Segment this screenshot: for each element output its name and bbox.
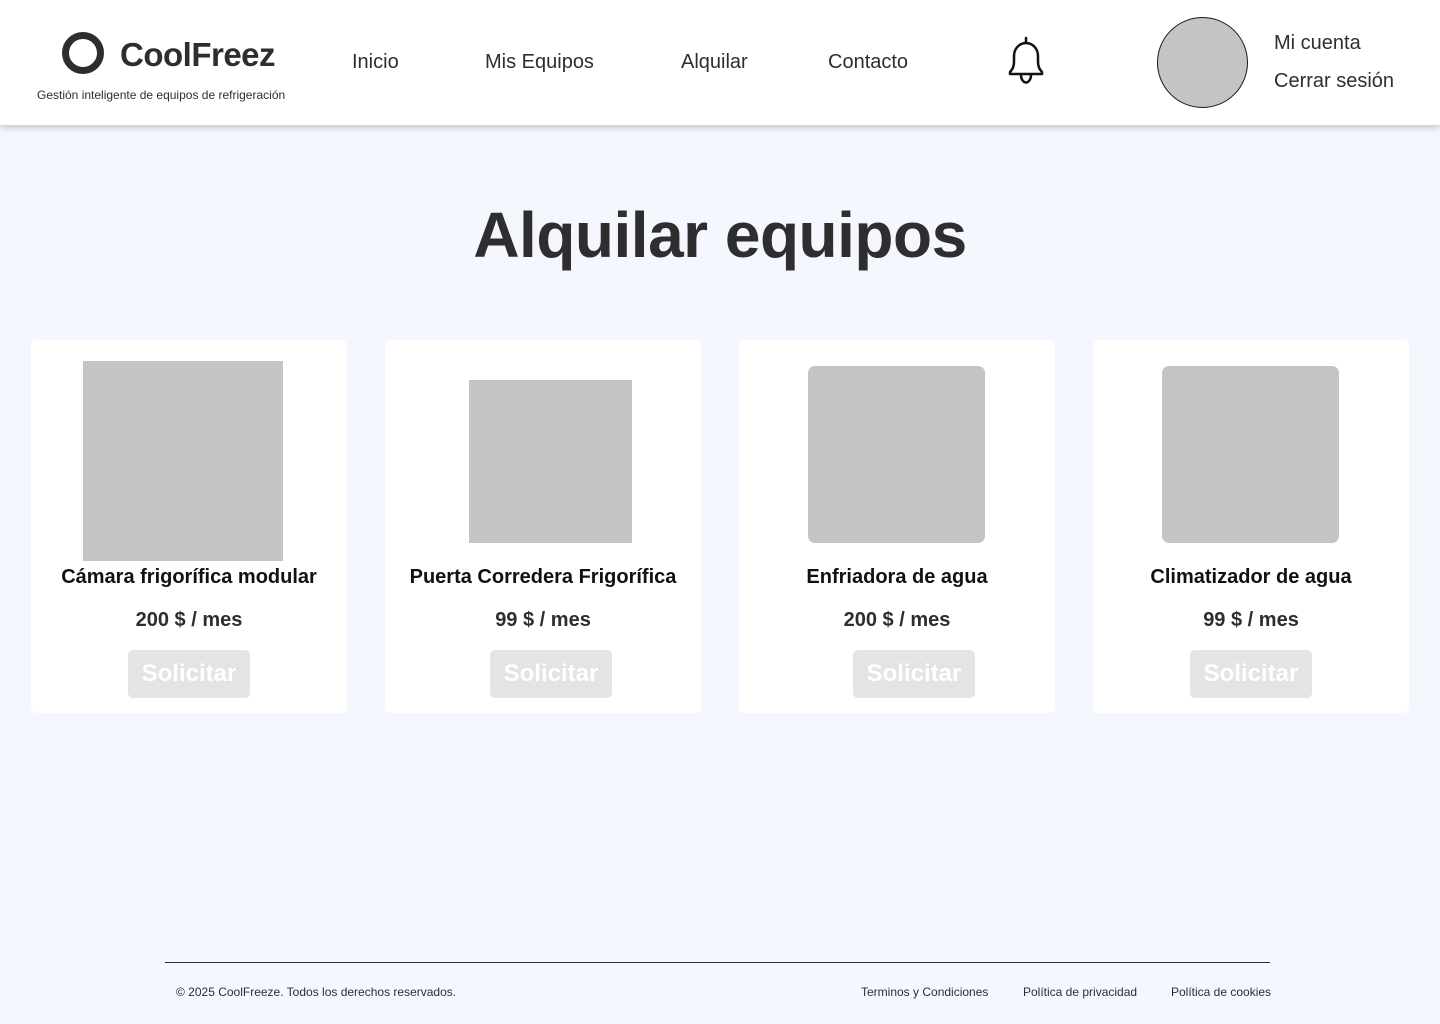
privacy-link[interactable]: Política de privacidad <box>1023 985 1137 999</box>
product-image <box>808 366 985 543</box>
page-title: Alquilar equipos <box>473 199 967 271</box>
footer-divider <box>165 962 1270 963</box>
product-price: 99 $ / mes <box>1203 609 1299 631</box>
request-button[interactable]: Solicitar <box>1190 650 1312 698</box>
product-card: Puerta Corredera Frigorífica 99 $ / mes … <box>385 340 701 713</box>
product-price: 99 $ / mes <box>495 609 591 631</box>
site-header: CoolFreez Gestión inteligente de equipos… <box>0 0 1440 125</box>
request-button[interactable]: Solicitar <box>853 650 975 698</box>
product-price: 200 $ / mes <box>135 609 243 631</box>
product-price: 200 $ / mes <box>843 609 951 631</box>
request-button[interactable]: Solicitar <box>490 650 612 698</box>
nav-item-mis-equipos[interactable]: Mis Equipos <box>485 51 594 74</box>
logout-link[interactable]: Cerrar sesión <box>1274 70 1394 93</box>
brand-name[interactable]: CoolFreez <box>120 36 276 74</box>
request-button[interactable]: Solicitar <box>128 650 250 698</box>
product-name: Puerta Corredera Frigorífica <box>409 566 677 588</box>
nav-item-alquilar[interactable]: Alquilar <box>681 51 748 74</box>
nav-item-inicio[interactable]: Inicio <box>352 51 399 74</box>
product-image <box>1162 366 1339 543</box>
avatar[interactable] <box>1157 17 1248 108</box>
terms-link[interactable]: Terminos y Condiciones <box>861 985 988 999</box>
my-account-link[interactable]: Mi cuenta <box>1274 32 1361 55</box>
product-card: Cámara frigorífica modular 200 $ / mes S… <box>31 340 347 713</box>
copyright-text: © 2025 CoolFreeze. Todos los derechos re… <box>176 985 457 999</box>
nav-item-contacto[interactable]: Contacto <box>828 51 908 74</box>
product-name: Enfriadora de agua <box>806 566 988 588</box>
product-name: Climatizador de agua <box>1150 566 1352 588</box>
ring-logo-icon <box>62 32 104 74</box>
product-image <box>469 380 632 543</box>
product-image <box>83 361 283 561</box>
product-card: Climatizador de agua 99 $ / mes Solicita… <box>1093 340 1409 713</box>
cookies-link[interactable]: Política de cookies <box>1171 985 1271 999</box>
product-name: Cámara frigorífica modular <box>61 566 317 588</box>
brand-tagline: Gestión inteligente de equipos de refrig… <box>37 88 286 102</box>
product-card: Enfriadora de agua 200 $ / mes Solicitar <box>739 340 1055 713</box>
bell-icon[interactable] <box>1004 36 1048 86</box>
